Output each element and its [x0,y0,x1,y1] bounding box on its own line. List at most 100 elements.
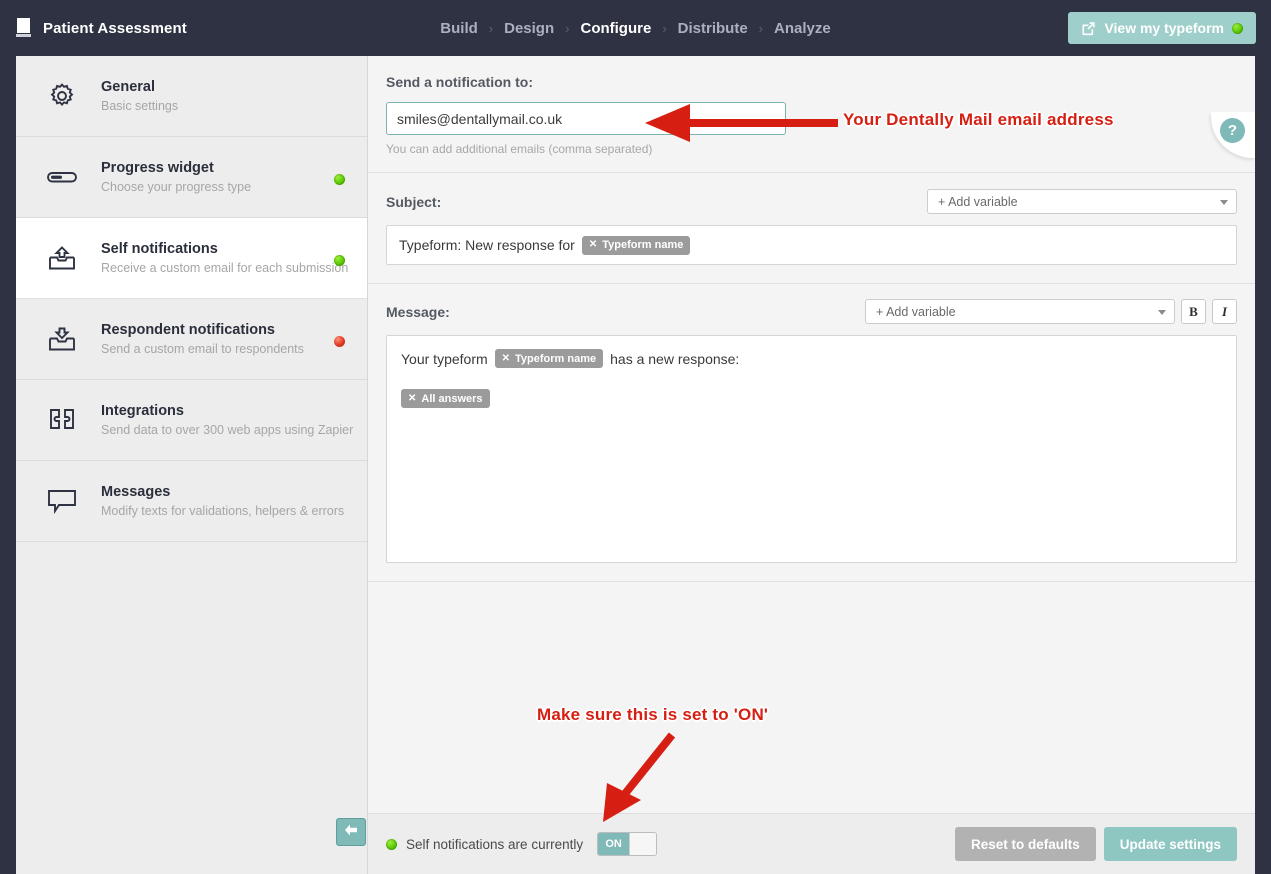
collapse-sidebar-button[interactable] [336,818,366,846]
arrow-left-icon [343,823,359,842]
inbox-out-icon [42,238,82,278]
update-settings-button[interactable]: Update settings [1104,827,1237,861]
red-status-dot [334,334,345,352]
sidebar-item-self-notifications[interactable]: Self notifications Receive a custom emai… [16,218,367,299]
message-label: Message: [386,304,450,320]
sidebar-item-messages-text: Messages Modify texts for validations, h… [101,483,344,520]
sidebar-item-title: General [101,79,155,95]
sidebar-item-title: Integrations [101,403,184,419]
progress-bar-icon [42,157,82,197]
message-all-answers-chip[interactable]: ✕ All answers [401,389,490,408]
breadcrumb-separator: › [563,21,571,36]
notification-email-hint: You can add additional emails (comma sep… [386,142,1237,156]
settings-sidebar: General Basic settings Progress widget C… [16,56,368,874]
subject-add-variable-dropdown[interactable]: + Add variable [927,189,1237,214]
breadcrumb-separator: › [660,21,668,36]
sidebar-item-title: Messages [101,484,170,500]
self-notifications-toggle[interactable]: ON [597,832,657,856]
green-status-dot [334,172,345,190]
sidebar-item-progress-widget-text: Progress widget Choose your progress typ… [101,159,251,196]
green-status-dot [386,839,397,850]
sidebar-item-progress-widget[interactable]: Progress widget Choose your progress typ… [16,137,367,218]
view-my-typeform-label: View my typeform [1104,20,1224,36]
sidebar-item-subtitle: Modify texts for validations, helpers & … [101,503,344,520]
send-notification-label: Send a notification to: [386,74,1237,90]
chip-remove-icon[interactable]: ✕ [589,240,597,250]
sidebar-item-integrations[interactable]: Integrations Send data to over 300 web a… [16,380,367,461]
settings-footer: Self notifications are currently ON Rese… [368,813,1255,874]
self-notifications-status: Self notifications are currently ON [386,832,657,856]
message-typeform-name-chip[interactable]: ✕ Typeform name [495,349,603,368]
puzzle-icon [42,400,82,440]
message-body-editor[interactable]: Your typeform ✕ Typeform name has a new … [386,335,1237,563]
message-add-variable-label: + Add variable [876,305,956,319]
question-mark-icon: ? [1228,122,1237,139]
sidebar-item-subtitle: Send a custom email to respondents [101,341,304,358]
sidebar-filler [16,542,367,872]
settings-main-panel: Send a notification to: You can add addi… [368,56,1255,874]
annotation-toggle-note: Make sure this is set to 'ON' [537,705,768,725]
sidebar-item-integrations-text: Integrations Send data to over 300 web a… [101,402,353,439]
chip-label: All answers [421,393,482,405]
sidebar-item-subtitle: Basic settings [101,98,178,115]
sidebar-item-title: Progress widget [101,160,214,176]
notification-email-input[interactable] [386,102,786,135]
gear-icon [42,76,82,116]
view-my-typeform-button[interactable]: View my typeform [1068,12,1256,44]
message-add-variable-dropdown[interactable]: + Add variable [865,299,1175,324]
message-line-1: Your typeform ✕ Typeform name has a new … [401,349,1222,368]
breadcrumb-item-design[interactable]: Design [495,20,563,37]
subject-add-variable-label: + Add variable [938,195,1018,209]
sidebar-item-general[interactable]: General Basic settings [16,56,367,137]
breadcrumb-separator: › [487,21,495,36]
speech-bubble-icon [42,481,82,521]
chip-remove-icon[interactable]: ✕ [408,394,416,404]
chevron-down-icon [1220,200,1228,205]
footer-actions: Reset to defaults Update settings [955,827,1237,861]
breadcrumb-item-configure[interactable]: Configure [571,20,660,37]
subject-header-row: Subject: + Add variable [386,189,1237,214]
send-notification-section: Send a notification to: You can add addi… [368,56,1255,173]
message-toolbar: + Add variable B I [865,299,1237,324]
sidebar-item-respondent-notifications-text: Respondent notifications Send a custom e… [101,321,304,358]
message-header-row: Message: + Add variable B I [386,299,1237,324]
chevron-down-icon [1158,310,1166,315]
sidebar-item-title: Respondent notifications [101,322,275,338]
inbox-in-icon [42,319,82,359]
subject-text: Typeform: New response for [399,237,575,253]
sidebar-item-subtitle: Choose your progress type [101,179,251,196]
sidebar-item-self-notifications-text: Self notifications Receive a custom emai… [101,240,348,277]
top-bar: Patient Assessment Build › Design › Conf… [0,0,1271,56]
sidebar-item-general-text: General Basic settings [101,78,178,115]
breadcrumb-item-build[interactable]: Build [431,20,487,37]
bold-button[interactable]: B [1181,299,1206,324]
body-area: General Basic settings Progress widget C… [16,56,1255,874]
help-button[interactable]: ? [1220,118,1245,143]
breadcrumb-item-analyze[interactable]: Analyze [765,20,840,37]
chip-label: Typeform name [515,353,596,365]
subject-label: Subject: [386,194,441,210]
typeform-configure-screen: Patient Assessment Build › Design › Conf… [0,0,1271,874]
green-status-dot [334,253,345,271]
toggle-knob[interactable] [629,833,656,855]
message-section: Message: + Add variable B I Your typefor… [368,284,1255,582]
sidebar-item-respondent-notifications[interactable]: Respondent notifications Send a custom e… [16,299,367,380]
self-notifications-status-text: Self notifications are currently [406,837,583,852]
subject-section: Subject: + Add variable Typeform: New re… [368,173,1255,284]
message-text-after: has a new response: [610,351,739,367]
sidebar-item-title: Self notifications [101,241,218,257]
sidebar-item-subtitle: Send data to over 300 web apps using Zap… [101,422,353,439]
italic-button[interactable]: I [1212,299,1237,324]
chip-remove-icon[interactable]: ✕ [502,354,510,364]
annotation-email-note: Your Dentally Mail email address [843,110,1114,130]
subject-variable-chip[interactable]: ✕ Typeform name [582,236,690,255]
green-status-dot [1232,23,1243,34]
chip-label: Typeform name [602,239,683,251]
main-panel-spacer [368,582,1255,752]
sidebar-item-messages[interactable]: Messages Modify texts for validations, h… [16,461,367,542]
message-line-2: ✕ All answers [401,389,1222,408]
breadcrumb-item-distribute[interactable]: Distribute [669,20,757,37]
message-text-before: Your typeform [401,351,488,367]
reset-to-defaults-button[interactable]: Reset to defaults [955,827,1096,861]
subject-input[interactable]: Typeform: New response for ✕ Typeform na… [386,225,1237,265]
